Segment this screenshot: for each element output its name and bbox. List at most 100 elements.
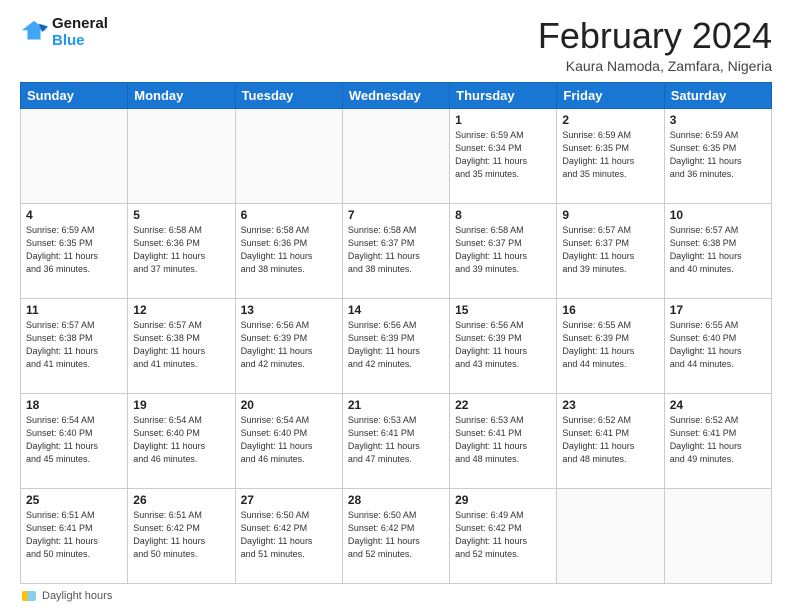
- day-info: Sunrise: 6:59 AM Sunset: 6:35 PM Dayligh…: [562, 129, 658, 181]
- calendar-cell: 8 Sunrise: 6:58 AM Sunset: 6:37 PM Daylig…: [450, 203, 557, 298]
- day-number: 15: [455, 303, 551, 317]
- day-number: 8: [455, 208, 551, 222]
- day-number: 2: [562, 113, 658, 127]
- calendar-cell: 10 Sunrise: 6:57 AM Sunset: 6:38 PM Dayli…: [664, 203, 771, 298]
- calendar-week-3: 11 Sunrise: 6:57 AM Sunset: 6:38 PM Dayli…: [21, 298, 772, 393]
- calendar-cell: 21 Sunrise: 6:53 AM Sunset: 6:41 PM Dayli…: [342, 393, 449, 488]
- day-info: Sunrise: 6:58 AM Sunset: 6:37 PM Dayligh…: [348, 224, 444, 276]
- day-number: 17: [670, 303, 766, 317]
- calendar-cell: [21, 108, 128, 203]
- day-number: 11: [26, 303, 122, 317]
- day-info: Sunrise: 6:54 AM Sunset: 6:40 PM Dayligh…: [133, 414, 229, 466]
- day-info: Sunrise: 6:59 AM Sunset: 6:35 PM Dayligh…: [26, 224, 122, 276]
- calendar-cell: 11 Sunrise: 6:57 AM Sunset: 6:38 PM Dayli…: [21, 298, 128, 393]
- calendar-cell: 19 Sunrise: 6:54 AM Sunset: 6:40 PM Dayli…: [128, 393, 235, 488]
- day-number: 27: [241, 493, 337, 507]
- day-number: 28: [348, 493, 444, 507]
- day-info: Sunrise: 6:51 AM Sunset: 6:41 PM Dayligh…: [26, 509, 122, 561]
- day-number: 12: [133, 303, 229, 317]
- calendar-cell: 22 Sunrise: 6:53 AM Sunset: 6:41 PM Dayli…: [450, 393, 557, 488]
- calendar-cell: 14 Sunrise: 6:56 AM Sunset: 6:39 PM Dayli…: [342, 298, 449, 393]
- day-info: Sunrise: 6:56 AM Sunset: 6:39 PM Dayligh…: [455, 319, 551, 371]
- daylight-icon: [22, 591, 36, 601]
- calendar-cell: 25Sunrise: 6:51 AM Sunset: 6:41 PM Dayli…: [21, 488, 128, 583]
- day-info: Sunrise: 6:54 AM Sunset: 6:40 PM Dayligh…: [241, 414, 337, 466]
- weekday-header-sunday: Sunday: [21, 82, 128, 108]
- calendar-cell: 23Sunrise: 6:52 AM Sunset: 6:41 PM Dayli…: [557, 393, 664, 488]
- day-info: Sunrise: 6:50 AM Sunset: 6:42 PM Dayligh…: [348, 509, 444, 561]
- weekday-header-tuesday: Tuesday: [235, 82, 342, 108]
- calendar-cell: 15 Sunrise: 6:56 AM Sunset: 6:39 PM Dayli…: [450, 298, 557, 393]
- day-info: Sunrise: 6:59 AM Sunset: 6:35 PM Dayligh…: [670, 129, 766, 181]
- calendar-cell: 3 Sunrise: 6:59 AM Sunset: 6:35 PM Daylig…: [664, 108, 771, 203]
- day-info: Sunrise: 6:55 AM Sunset: 6:39 PM Dayligh…: [562, 319, 658, 371]
- calendar-cell: 20 Sunrise: 6:54 AM Sunset: 6:40 PM Dayli…: [235, 393, 342, 488]
- day-number: 18: [26, 398, 122, 412]
- calendar-week-5: 25Sunrise: 6:51 AM Sunset: 6:41 PM Dayli…: [21, 488, 772, 583]
- calendar-cell: 4 Sunrise: 6:59 AM Sunset: 6:35 PM Daylig…: [21, 203, 128, 298]
- day-number: 9: [562, 208, 658, 222]
- day-number: 1: [455, 113, 551, 127]
- day-info: Sunrise: 6:56 AM Sunset: 6:39 PM Dayligh…: [348, 319, 444, 371]
- calendar-cell: 6Sunrise: 6:58 AM Sunset: 6:36 PM Daylig…: [235, 203, 342, 298]
- day-info: Sunrise: 6:57 AM Sunset: 6:38 PM Dayligh…: [670, 224, 766, 276]
- logo: General Blue: [20, 16, 108, 49]
- calendar-cell: 26 Sunrise: 6:51 AM Sunset: 6:42 PM Dayli…: [128, 488, 235, 583]
- day-number: 10: [670, 208, 766, 222]
- day-info: Sunrise: 6:53 AM Sunset: 6:41 PM Dayligh…: [348, 414, 444, 466]
- calendar-cell: 9 Sunrise: 6:57 AM Sunset: 6:37 PM Daylig…: [557, 203, 664, 298]
- day-info: Sunrise: 6:57 AM Sunset: 6:38 PM Dayligh…: [26, 319, 122, 371]
- calendar-cell: [557, 488, 664, 583]
- calendar-footer: Daylight hours: [20, 590, 772, 602]
- day-number: 4: [26, 208, 122, 222]
- calendar-cell: 13Sunrise: 6:56 AM Sunset: 6:39 PM Dayli…: [235, 298, 342, 393]
- day-info: Sunrise: 6:57 AM Sunset: 6:37 PM Dayligh…: [562, 224, 658, 276]
- calendar-cell: 2 Sunrise: 6:59 AM Sunset: 6:35 PM Daylig…: [557, 108, 664, 203]
- calendar-cell: 29 Sunrise: 6:49 AM Sunset: 6:42 PM Dayli…: [450, 488, 557, 583]
- weekday-header-wednesday: Wednesday: [342, 82, 449, 108]
- day-number: 6: [241, 208, 337, 222]
- day-number: 5: [133, 208, 229, 222]
- day-number: 20: [241, 398, 337, 412]
- calendar-table: SundayMondayTuesdayWednesdayThursdayFrid…: [20, 82, 772, 584]
- weekday-header-thursday: Thursday: [450, 82, 557, 108]
- calendar-cell: 16 Sunrise: 6:55 AM Sunset: 6:39 PM Dayli…: [557, 298, 664, 393]
- page-title: February 2024: [538, 16, 772, 56]
- day-info: Sunrise: 6:51 AM Sunset: 6:42 PM Dayligh…: [133, 509, 229, 561]
- calendar-week-1: 1Sunrise: 6:59 AM Sunset: 6:34 PM Daylig…: [21, 108, 772, 203]
- weekday-header-saturday: Saturday: [664, 82, 771, 108]
- calendar-cell: 7 Sunrise: 6:58 AM Sunset: 6:37 PM Daylig…: [342, 203, 449, 298]
- day-number: 19: [133, 398, 229, 412]
- day-number: 7: [348, 208, 444, 222]
- day-number: 16: [562, 303, 658, 317]
- calendar-cell: [128, 108, 235, 203]
- calendar-cell: [664, 488, 771, 583]
- day-info: Sunrise: 6:55 AM Sunset: 6:40 PM Dayligh…: [670, 319, 766, 371]
- footer-label: Daylight hours: [42, 590, 112, 602]
- calendar-week-4: 18 Sunrise: 6:54 AM Sunset: 6:40 PM Dayli…: [21, 393, 772, 488]
- day-number: 21: [348, 398, 444, 412]
- weekday-header-friday: Friday: [557, 82, 664, 108]
- day-number: 14: [348, 303, 444, 317]
- page-subtitle: Kaura Namoda, Zamfara, Nigeria: [538, 58, 772, 74]
- day-number: 22: [455, 398, 551, 412]
- day-info: Sunrise: 6:49 AM Sunset: 6:42 PM Dayligh…: [455, 509, 551, 561]
- calendar-header-row: SundayMondayTuesdayWednesdayThursdayFrid…: [21, 82, 772, 108]
- title-block: February 2024 Kaura Namoda, Zamfara, Nig…: [538, 16, 772, 74]
- calendar-cell: 27 Sunrise: 6:50 AM Sunset: 6:42 PM Dayli…: [235, 488, 342, 583]
- calendar-cell: 28 Sunrise: 6:50 AM Sunset: 6:42 PM Dayli…: [342, 488, 449, 583]
- day-info: Sunrise: 6:58 AM Sunset: 6:37 PM Dayligh…: [455, 224, 551, 276]
- page-header: General Blue February 2024 Kaura Namoda,…: [20, 16, 772, 74]
- day-number: 13: [241, 303, 337, 317]
- calendar-cell: 12Sunrise: 6:57 AM Sunset: 6:38 PM Dayli…: [128, 298, 235, 393]
- day-number: 24: [670, 398, 766, 412]
- day-info: Sunrise: 6:50 AM Sunset: 6:42 PM Dayligh…: [241, 509, 337, 561]
- day-number: 26: [133, 493, 229, 507]
- day-number: 29: [455, 493, 551, 507]
- logo-icon: [20, 19, 48, 47]
- day-info: Sunrise: 6:53 AM Sunset: 6:41 PM Dayligh…: [455, 414, 551, 466]
- calendar-cell: 17 Sunrise: 6:55 AM Sunset: 6:40 PM Dayli…: [664, 298, 771, 393]
- day-number: 3: [670, 113, 766, 127]
- day-info: Sunrise: 6:52 AM Sunset: 6:41 PM Dayligh…: [562, 414, 658, 466]
- day-info: Sunrise: 6:52 AM Sunset: 6:41 PM Dayligh…: [670, 414, 766, 466]
